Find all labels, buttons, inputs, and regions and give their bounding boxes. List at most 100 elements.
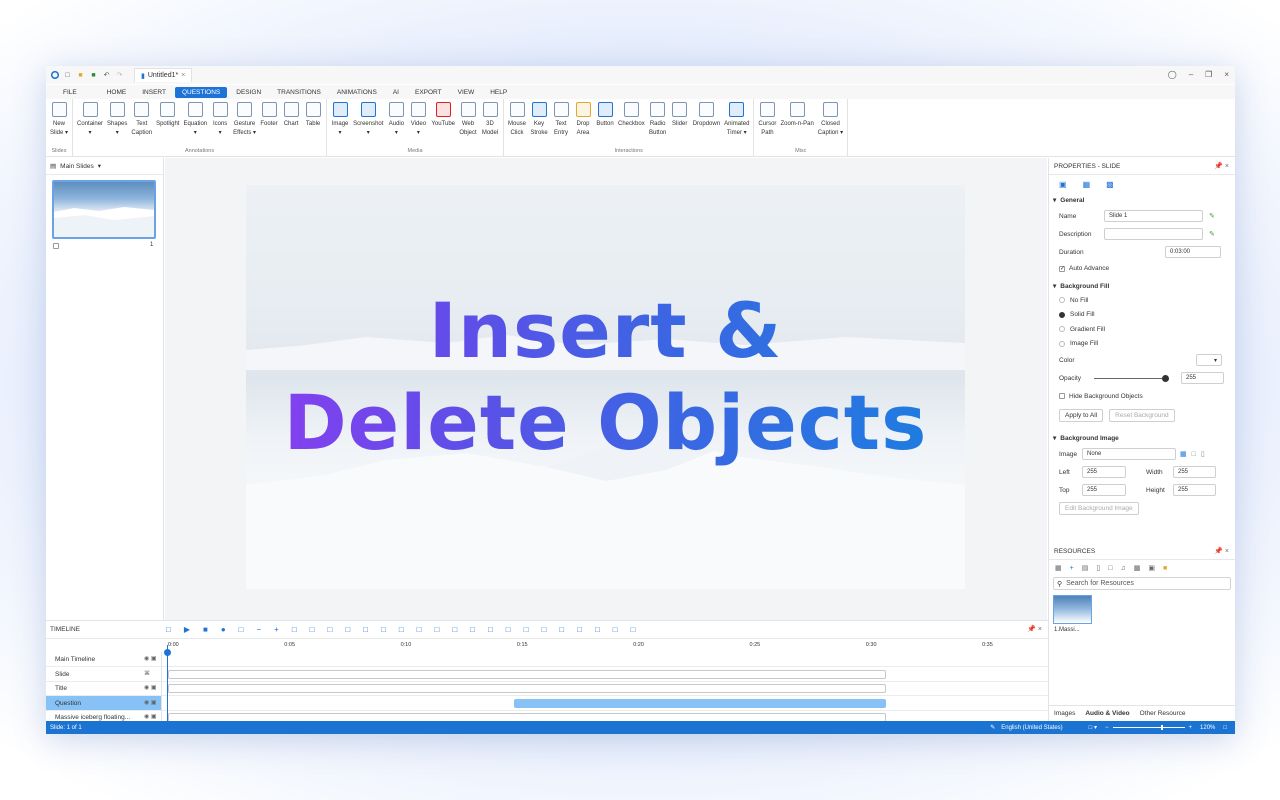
menu-ai[interactable]: AI	[386, 87, 406, 98]
playhead-handle[interactable]	[164, 649, 171, 656]
top-field[interactable]: 255	[1082, 484, 1126, 496]
edit-description-icon[interactable]: ✎	[1209, 230, 1215, 238]
undo-icon[interactable]: ↶	[102, 71, 111, 80]
close-icon[interactable]: ×	[1224, 70, 1229, 79]
fill-option-image-fill[interactable]: Image Fill	[1049, 337, 1235, 352]
name-field[interactable]: Slide 1	[1104, 210, 1203, 222]
opacity-slider[interactable]	[1094, 374, 1169, 382]
edit-name-icon[interactable]: ✎	[1209, 212, 1215, 220]
resource-tab-other-resource[interactable]: Other Resource	[1135, 710, 1191, 717]
import-icon[interactable]: ▤	[1082, 564, 1089, 572]
visibility-lock-icons[interactable]: ◉ ▣	[144, 655, 157, 662]
zoom-slider[interactable]	[1112, 725, 1185, 730]
auto-advance-checkbox[interactable]: ✓	[1059, 265, 1065, 272]
main-slides-dropdown[interactable]: Main Slides	[60, 163, 94, 170]
zoom-out-icon[interactable]: −	[1105, 725, 1109, 731]
edit-background-image-button[interactable]: Edit Background Image	[1059, 501, 1139, 515]
language-label[interactable]: English (United States)	[1001, 725, 1062, 731]
menu-transitions[interactable]: TRANSITIONS	[270, 87, 328, 98]
radio-button[interactable]	[1059, 326, 1065, 333]
timeline-row[interactable]: Main Timeline ◉ ▣	[46, 652, 1048, 667]
size-properties-icon[interactable]: ▩	[1106, 180, 1114, 189]
filter-video-icon[interactable]: ▩	[1134, 564, 1141, 572]
fullscreen-icon[interactable]: □	[1223, 725, 1227, 731]
restore-icon[interactable]: ❐	[1205, 70, 1212, 79]
apply-to-all-button[interactable]: Apply to All	[1059, 408, 1104, 422]
media-properties-icon[interactable]: ▦	[1083, 180, 1091, 189]
timeline-row[interactable]: Title ◉ ▣	[46, 681, 1048, 696]
fit-icon[interactable]: □ ▾	[1089, 724, 1097, 731]
fill-option-solid-fill[interactable]: Solid Fill	[1049, 308, 1235, 323]
duration-field[interactable]: 0:03:00	[1165, 246, 1221, 258]
close-panel-icon[interactable]: 📌 ×	[1214, 162, 1229, 170]
view-grid-icon[interactable]: ▦	[1055, 564, 1062, 572]
radio-button[interactable]	[1059, 311, 1065, 318]
delete-image-icon[interactable]: ▯	[1201, 450, 1205, 458]
filter-other-icon[interactable]: ■	[1163, 565, 1167, 572]
new-file-icon[interactable]: □	[63, 71, 72, 80]
timeline-row-label-area[interactable]: Main Timeline ◉ ▣	[46, 652, 162, 666]
document-tab[interactable]: ▮ Untitled1* ×	[134, 68, 193, 82]
open-folder-icon[interactable]: ■	[76, 71, 85, 80]
slide-title[interactable]: Insert & Delete Objects	[246, 285, 965, 469]
radio-button[interactable]	[1059, 297, 1065, 304]
spell-check-icon[interactable]: ✎	[990, 724, 995, 731]
resource-search-input[interactable]: Search for Resources	[1066, 580, 1134, 587]
playhead[interactable]	[167, 645, 168, 722]
timeline-bar[interactable]	[514, 698, 886, 708]
resource-tab-images[interactable]: Images	[1049, 710, 1080, 717]
fill-option-no-fill[interactable]: No Fill	[1049, 293, 1235, 308]
menu-file[interactable]: FILE	[56, 87, 84, 98]
fill-option-gradient-fill[interactable]: Gradient Fill	[1049, 322, 1235, 337]
copy-image-icon[interactable]: □	[1192, 451, 1196, 458]
menu-design[interactable]: DESIGN	[229, 87, 268, 98]
save-icon[interactable]: ■	[89, 71, 98, 80]
timeline-toolbar-icons[interactable]: □▶■●□−+□□□□□□□□□□□□□□□□□□□□	[166, 625, 648, 634]
slide-checkbox[interactable]	[53, 243, 59, 249]
menu-insert[interactable]: INSERT	[135, 87, 173, 98]
timeline-row-label-area[interactable]: Question ◉ ▣	[46, 695, 162, 710]
menu-questions[interactable]: QUESTIONS	[174, 86, 228, 98]
radio-button[interactable]	[1059, 340, 1065, 347]
timeline-row[interactable]: Slide ⌘	[46, 666, 1048, 682]
slide-canvas[interactable]: Insert & Delete Objects	[246, 185, 965, 589]
background-fill-section[interactable]: ▾ Background Fill	[1049, 279, 1235, 293]
slide-properties-icon[interactable]: ▣	[1059, 180, 1067, 189]
left-field[interactable]: 255	[1082, 466, 1126, 478]
browse-image-icon[interactable]: ▦	[1180, 450, 1187, 458]
close-tab-icon[interactable]: ×	[181, 72, 185, 79]
image-field[interactable]: None	[1082, 448, 1176, 460]
height-field[interactable]: 255	[1173, 484, 1216, 496]
slide-thumbnail[interactable]	[52, 180, 156, 239]
general-section[interactable]: ▾ General	[1049, 193, 1235, 207]
close-resources-icon[interactable]: 📌 ×	[1214, 547, 1229, 555]
resource-tab-audio-video[interactable]: Audio & Video	[1080, 710, 1134, 717]
timeline-row-label-area[interactable]: Slide ⌘	[46, 666, 162, 681]
redo-icon[interactable]: ↷	[115, 71, 124, 80]
background-image-section[interactable]: ▾ Background Image	[1049, 431, 1235, 445]
timeline-bar[interactable]	[168, 684, 886, 693]
hide-background-checkbox[interactable]	[1059, 393, 1065, 399]
timeline-bar[interactable]	[168, 669, 886, 679]
timeline-row-label-area[interactable]: Title ◉ ▣	[46, 681, 162, 695]
close-timeline-icon[interactable]: 📌 ×	[1027, 625, 1042, 633]
delete-resource-icon[interactable]: ▯	[1096, 564, 1100, 572]
reset-background-button[interactable]: Reset Background	[1109, 408, 1175, 422]
add-resource-icon[interactable]: +	[1070, 565, 1074, 572]
menu-animations[interactable]: ANIMATIONS	[330, 87, 384, 98]
folder-icon[interactable]: □	[1108, 565, 1112, 572]
visibility-lock-icons[interactable]: ◉ ▣	[144, 699, 157, 706]
audio-icon[interactable]: ♫	[1120, 565, 1125, 572]
menu-home[interactable]: HOME	[100, 87, 134, 98]
menu-help[interactable]: HELP	[483, 87, 514, 98]
minimize-icon[interactable]: –	[1189, 70, 1193, 79]
width-field[interactable]: 255	[1173, 466, 1216, 478]
zoom-slider-handle[interactable]	[1160, 725, 1163, 730]
menu-view[interactable]: VIEW	[451, 87, 482, 98]
color-picker[interactable]: ▾	[1196, 354, 1222, 366]
description-field[interactable]	[1104, 228, 1203, 240]
resource-search-box[interactable]: ⚲ Search for Resources	[1053, 577, 1231, 590]
opacity-field[interactable]: 255	[1181, 372, 1224, 384]
chevron-down-icon[interactable]: ▾	[98, 162, 101, 170]
resource-thumbnail[interactable]	[1053, 595, 1092, 624]
